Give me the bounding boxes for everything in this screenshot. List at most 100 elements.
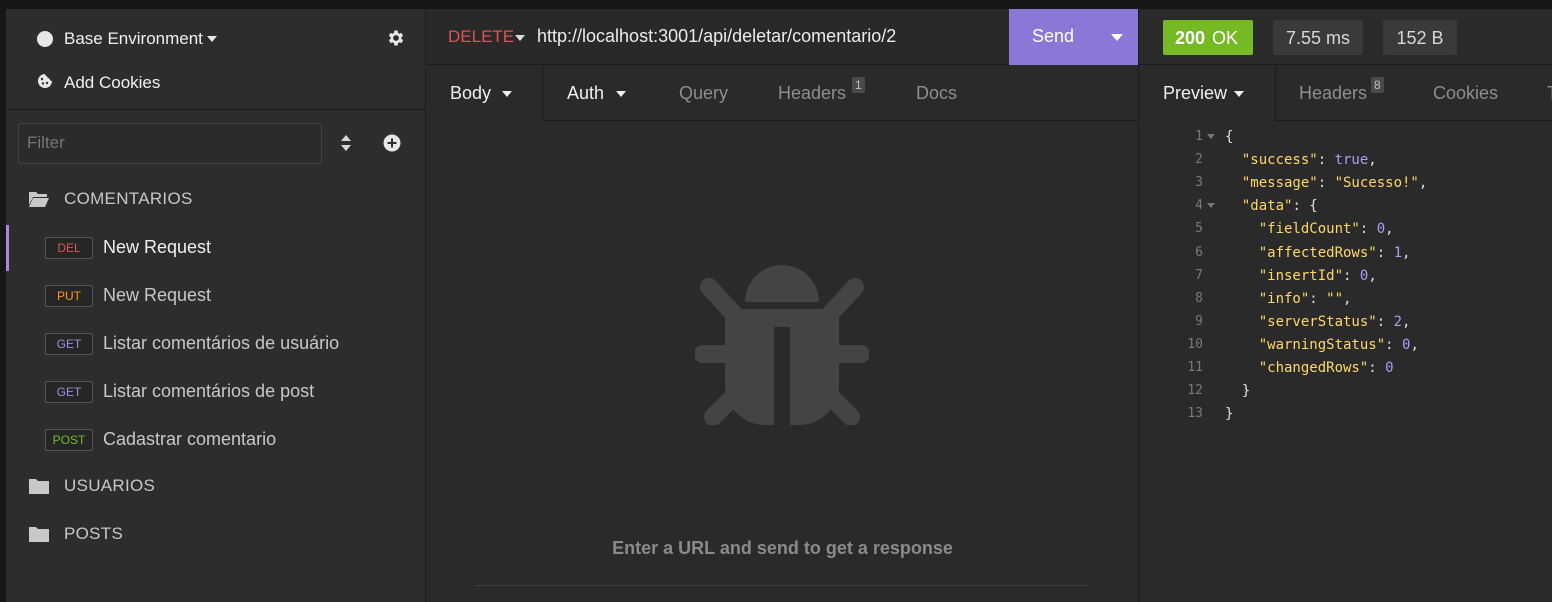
- folder-label: POSTS: [64, 524, 124, 543]
- environment-selector[interactable]: Base Environment: [6, 9, 426, 65]
- add-cookies-button[interactable]: Add Cookies: [6, 65, 426, 110]
- json-token: true: [1334, 152, 1369, 169]
- sidebar-request-item[interactable]: GET Listar comentários de usuário: [6, 321, 426, 367]
- json-token: :: [1309, 290, 1327, 307]
- status-text: OK: [1212, 28, 1239, 48]
- line-number: 6: [1195, 244, 1203, 260]
- chevron-down-icon: [502, 91, 512, 97]
- tab-label: Cookies: [1433, 83, 1499, 103]
- response-time-badge: 7.55 ms: [1273, 20, 1363, 55]
- tab-cookies[interactable]: Cookies: [1406, 65, 1526, 121]
- tab-body[interactable]: Body: [427, 65, 543, 121]
- url-bar: DELETE Send: [427, 9, 1138, 65]
- fold-toggle-icon[interactable]: [1207, 134, 1215, 139]
- code-line: 10 "warningStatus": 0,: [1139, 337, 1552, 360]
- bug-icon: [695, 265, 869, 425]
- json-token: :: [1376, 313, 1394, 330]
- tab-auth[interactable]: Auth: [543, 65, 655, 121]
- code-text: "message": "Sucesso!",: [1225, 175, 1427, 191]
- folder-comentarios[interactable]: COMENTARIOS: [6, 177, 426, 223]
- json-token: 2: [1393, 313, 1403, 330]
- line-number: 2: [1195, 152, 1203, 168]
- tab-preview[interactable]: Preview: [1139, 65, 1276, 121]
- code-line: 3 "message": "Sucesso!",: [1139, 175, 1552, 198]
- json-token: ,: [1385, 221, 1394, 238]
- folder-label: USUARIOS: [64, 476, 156, 495]
- tab-query[interactable]: Query: [655, 65, 755, 121]
- tab-headers[interactable]: Headers 1: [755, 65, 875, 121]
- json-token: }: [1241, 383, 1251, 400]
- json-token: "insertId": [1258, 267, 1344, 284]
- code-line: 5 "fieldCount": 0,: [1139, 221, 1552, 244]
- gear-icon[interactable]: [386, 28, 406, 48]
- tab-docs[interactable]: Docs: [875, 65, 975, 121]
- sidebar-request-item[interactable]: PUT New Request: [6, 273, 426, 319]
- add-circle-icon[interactable]: [383, 134, 401, 152]
- json-token: 1: [1393, 244, 1403, 261]
- sidebar-request-item[interactable]: POST Cadastrar comentario: [6, 417, 426, 463]
- json-token: ,: [1368, 152, 1377, 169]
- code-line: 9 "serverStatus": 2,: [1139, 314, 1552, 337]
- filter-input[interactable]: [27, 133, 307, 153]
- request-panel: DELETE Send Body Auth Query Headers 1 Do…: [427, 9, 1138, 602]
- json-token: :: [1317, 152, 1335, 169]
- chevron-down-icon: [1234, 91, 1244, 97]
- method-badge: DEL: [45, 237, 93, 259]
- json-token: "affectedRows": [1258, 244, 1377, 261]
- send-button[interactable]: Send: [1009, 9, 1138, 65]
- sidebar-request-item[interactable]: GET Listar comentários de post: [6, 369, 426, 415]
- folder-posts[interactable]: POSTS: [6, 512, 426, 558]
- request-label: Listar comentários de usuário: [103, 333, 340, 353]
- line-number: 4: [1195, 198, 1203, 214]
- chevron-down-icon[interactable]: [515, 35, 525, 41]
- json-token: "info": [1258, 290, 1310, 307]
- code-line: 2 "success": true,: [1139, 152, 1552, 175]
- add-cookies-label: Add Cookies: [64, 73, 161, 92]
- folder-usuarios[interactable]: USUARIOS: [6, 464, 426, 510]
- code-text: "serverStatus": 2,: [1225, 313, 1411, 330]
- json-token: :: [1343, 267, 1360, 284]
- json-token: :: [1368, 360, 1386, 376]
- method-badge: POST: [45, 429, 93, 451]
- json-token: "warningStatus": [1258, 336, 1386, 353]
- code-line: 7 "insertId": 0,: [1139, 268, 1552, 291]
- divider: [475, 585, 1089, 586]
- line-number: 5: [1195, 221, 1203, 237]
- folder-open-icon: [29, 192, 49, 207]
- sidebar-request-item[interactable]: DEL New Request: [6, 225, 426, 271]
- filter-field[interactable]: [18, 123, 322, 164]
- line-number: 11: [1187, 360, 1203, 375]
- headers-count-badge: 1: [852, 77, 865, 93]
- code-text: }: [1225, 383, 1250, 399]
- request-label: Listar comentários de post: [103, 381, 315, 401]
- response-size: 152 B: [1396, 28, 1444, 48]
- folder-icon: [29, 479, 49, 494]
- method-dropdown[interactable]: DELETE: [448, 27, 514, 47]
- method-badge: PUT: [45, 285, 93, 307]
- cookie-icon: [38, 74, 52, 88]
- json-token: "message": [1241, 175, 1318, 192]
- tab-timeline[interactable]: T: [1526, 65, 1552, 121]
- json-token: }: [1225, 406, 1234, 423]
- response-panel: 200 OK 7.55 ms 152 B Preview Headers 8 C…: [1138, 9, 1552, 602]
- line-number: 1: [1195, 129, 1203, 144]
- json-token: "": [1326, 290, 1344, 307]
- json-token: ,: [1368, 267, 1377, 284]
- chevron-down-icon[interactable]: [1111, 34, 1123, 41]
- code-text: "data": {: [1225, 198, 1318, 214]
- url-input[interactable]: [537, 26, 997, 47]
- line-number: 7: [1195, 267, 1203, 283]
- folder-icon: [29, 527, 49, 542]
- line-number: 8: [1195, 290, 1203, 306]
- tab-label: Body: [450, 83, 492, 103]
- sort-icon[interactable]: [339, 133, 353, 153]
- window-top-strip: [0, 0, 1552, 9]
- json-token: 0: [1385, 360, 1394, 376]
- json-token: "success": [1241, 152, 1318, 169]
- json-token: ,: [1402, 313, 1411, 330]
- code-text: "warningStatus": 0,: [1225, 337, 1419, 353]
- json-token: {: [1225, 129, 1234, 145]
- fold-toggle-icon[interactable]: [1207, 203, 1215, 209]
- request-label: Cadastrar comentario: [103, 429, 277, 449]
- tab-response-headers[interactable]: Headers 8: [1276, 65, 1406, 121]
